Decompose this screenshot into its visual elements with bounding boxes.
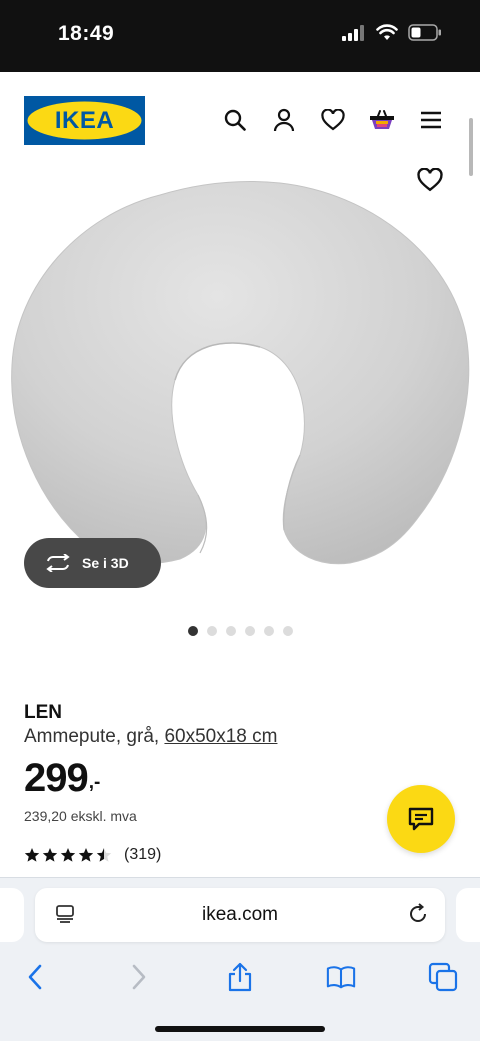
status-icons bbox=[342, 24, 442, 41]
product-price: 299 ,- bbox=[24, 756, 100, 802]
view-3d-button[interactable]: Se i 3D bbox=[24, 538, 161, 588]
url-text: ikea.com bbox=[201, 904, 279, 925]
forward-icon[interactable] bbox=[124, 962, 154, 992]
product-rating[interactable]: (319) bbox=[24, 846, 161, 864]
basket-icon[interactable] bbox=[369, 107, 395, 133]
rating-stars bbox=[24, 847, 112, 863]
search-icon[interactable] bbox=[222, 107, 248, 133]
rotate-3d-icon bbox=[46, 554, 70, 572]
gallery-dot[interactable] bbox=[187, 626, 198, 636]
site-header: IKEA bbox=[0, 72, 480, 172]
price-suffix: ,- bbox=[88, 772, 101, 793]
status-bar: 18:49 bbox=[0, 0, 480, 72]
chat-icon bbox=[408, 807, 434, 831]
scrollbar-thumb[interactable] bbox=[469, 118, 473, 176]
product-name: LEN bbox=[24, 702, 62, 723]
chat-button[interactable] bbox=[387, 785, 455, 853]
status-time: 18:49 bbox=[58, 22, 115, 45]
product-favorite-icon[interactable] bbox=[417, 167, 443, 194]
star-icon bbox=[96, 848, 112, 862]
product-description-text: Ammepute, grå, bbox=[24, 726, 165, 747]
next-tab-preview[interactable] bbox=[456, 888, 480, 942]
browser-toolbar: ikea.com bbox=[0, 877, 480, 1041]
star-icon bbox=[78, 848, 94, 862]
price-excluding-vat: 239,20 ekskl. mva bbox=[24, 808, 137, 824]
signal-icon bbox=[342, 24, 364, 41]
star-icon bbox=[60, 848, 76, 862]
battery-icon bbox=[408, 24, 441, 41]
reload-icon[interactable] bbox=[407, 903, 429, 930]
gallery-dot[interactable] bbox=[282, 626, 293, 636]
gallery-dot[interactable] bbox=[206, 626, 217, 636]
user-icon[interactable] bbox=[271, 107, 297, 133]
tabs-icon[interactable] bbox=[428, 962, 458, 992]
ikea-logo[interactable]: IKEA bbox=[24, 96, 145, 145]
share-icon[interactable] bbox=[225, 962, 255, 992]
view-3d-label: Se i 3D bbox=[82, 555, 129, 571]
gallery-dot[interactable] bbox=[263, 626, 274, 636]
review-count: (319) bbox=[124, 846, 162, 863]
product-measurement-link[interactable]: 60x50x18 cm bbox=[164, 726, 277, 747]
star-icon bbox=[24, 848, 40, 862]
gallery-dot[interactable] bbox=[225, 626, 236, 636]
logo-text: IKEA bbox=[54, 107, 115, 134]
address-bar[interactable]: ikea.com bbox=[35, 888, 445, 942]
back-icon[interactable] bbox=[20, 962, 50, 992]
menu-icon[interactable] bbox=[418, 107, 444, 133]
heart-icon[interactable] bbox=[320, 107, 346, 133]
home-indicator[interactable] bbox=[155, 1026, 325, 1032]
product-description: Ammepute, grå, 60x50x18 cm bbox=[24, 726, 277, 748]
price-integer: 299 bbox=[24, 756, 89, 800]
previous-tab-preview[interactable] bbox=[0, 888, 24, 942]
gallery-dot[interactable] bbox=[244, 626, 255, 636]
gallery-pagination bbox=[0, 626, 480, 636]
bookmarks-icon[interactable] bbox=[326, 962, 356, 992]
star-icon bbox=[42, 848, 58, 862]
wifi-icon bbox=[376, 24, 398, 40]
